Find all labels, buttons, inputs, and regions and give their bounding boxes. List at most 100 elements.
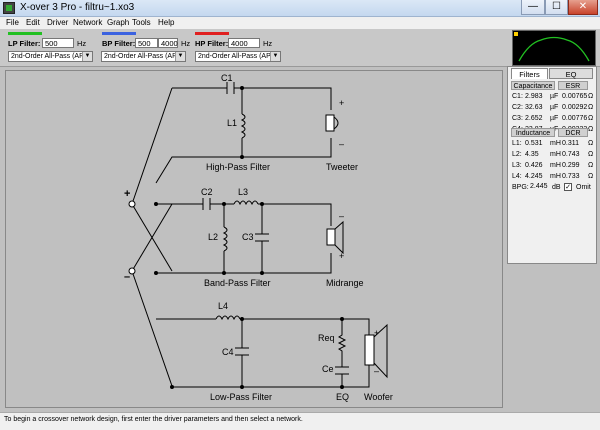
hp-color-indicator [195, 32, 229, 35]
capacitors-name: C1: [512, 93, 523, 100]
tab-filters[interactable]: Filters [511, 68, 548, 79]
input-plus-label: + [124, 188, 131, 200]
capacitors-value: 32.63 [525, 104, 543, 111]
ce-label: Ce [322, 364, 334, 374]
inductors-unit: mH [550, 173, 561, 180]
bp-filter-type-select[interactable]: 2nd-Order All-Pass (APC) ▼ [101, 51, 186, 62]
bp-low-frequency-input[interactable]: 500 [135, 38, 158, 48]
woofer-label: Woofer [364, 392, 393, 402]
hp-filter-label: HP Filter: [195, 39, 229, 48]
inductors-name: L1: [512, 140, 522, 147]
lp-filter-type-select[interactable]: 2nd-Order All-Pass (APC) ▼ [8, 51, 93, 62]
l3-label: L3 [238, 187, 249, 197]
inductors-unit: mH [550, 162, 561, 169]
l4-label: L4 [218, 301, 229, 311]
tweeter-minus-label: – [339, 139, 345, 149]
status-text: To begin a crossover network design, fir… [4, 416, 303, 423]
req-label: Req [318, 333, 335, 343]
menu-graph[interactable]: Graph [107, 17, 129, 29]
capacitors-esr: 0.00776 [562, 115, 588, 122]
inductors-value: 0.426 [525, 162, 543, 169]
inductors-dcr-unit: Ω [588, 151, 594, 158]
inductors-value: 4.35 [525, 151, 539, 158]
tweeter-label: Tweeter [326, 162, 359, 172]
inductors-dcr-unit: Ω [588, 173, 594, 180]
lp-filter-label: LP Filter: [8, 39, 41, 48]
omit-checkbox[interactable]: ✓ [564, 183, 572, 191]
inductors-dcr-unit: Ω [588, 140, 594, 147]
maximize-button[interactable]: ☐ [545, 0, 568, 15]
menu-bar: File Edit Driver Network Graph Tools Hel… [0, 17, 600, 29]
menu-network[interactable]: Network [73, 17, 102, 29]
capacitors-esr-unit: Ω [588, 93, 594, 100]
bp-filter-label: BP Filter: [102, 39, 136, 48]
menu-tools[interactable]: Tools [132, 17, 151, 29]
menu-driver[interactable]: Driver [47, 17, 68, 29]
capacitors-esr: 0.00292 [562, 104, 588, 111]
hp-filter-type-value: 2nd-Order All-Pass (APC) [198, 53, 279, 60]
omit-label: Omit [576, 184, 591, 191]
hp-filter-type-select[interactable]: 2nd-Order All-Pass (APC) ▼ [195, 51, 281, 62]
inductance-header: Inductance [511, 128, 555, 137]
capacitors-esr: 0.00765 [562, 93, 588, 100]
capacitors-esr-unit: Ω [588, 115, 594, 122]
bpg-value[interactable]: 2.445 [528, 182, 548, 192]
capacitors-unit: µF [550, 93, 559, 100]
woofer-plus-label: + [374, 328, 380, 338]
capacitors-unit: µF [550, 115, 559, 122]
tweeter-icon [325, 114, 339, 132]
bp-filter-type-value: 2nd-Order All-Pass (APC) [104, 53, 185, 60]
lp-frequency-input[interactable]: 500 [42, 38, 74, 48]
inductors-name: L2: [512, 151, 522, 158]
midrange-plus-label: + [339, 251, 345, 261]
response-curve-graphic [513, 31, 595, 65]
capacitors-value: 2.983 [525, 93, 543, 100]
capacitors-esr-unit: Ω [588, 104, 594, 111]
midrange-label: Midrange [326, 278, 364, 288]
tab-eq[interactable]: EQ [549, 68, 593, 79]
bp-color-indicator [102, 32, 136, 35]
l1-label: L1 [227, 118, 238, 128]
hp-unit-label: Hz [263, 39, 273, 48]
inductors-dcr: 0.299 [562, 162, 580, 169]
capacitors-esr-unit: Ω [588, 126, 594, 133]
menu-edit[interactable]: Edit [26, 17, 40, 29]
inductors-name: L4: [512, 173, 522, 180]
woofer-minus-label: – [374, 366, 380, 376]
chevron-down-icon: ▼ [270, 52, 280, 61]
inductors-name: L3: [512, 162, 522, 169]
capacitors-name: C2: [512, 104, 523, 111]
high-pass-filter-label: High-Pass Filter [206, 162, 271, 172]
menu-help[interactable]: Help [158, 17, 174, 29]
tweeter-plus-label: + [339, 98, 345, 108]
inductors-unit: mH [550, 151, 561, 158]
capacitance-header: Capacitance [511, 81, 555, 90]
hp-frequency-input[interactable]: 4000 [228, 38, 260, 48]
close-button[interactable]: ✕ [568, 0, 598, 15]
bp-high-frequency-input[interactable]: 4000 [158, 38, 178, 48]
response-thumbnail[interactable] [512, 30, 596, 66]
input-minus-label: – [124, 271, 131, 283]
inductors-dcr-unit: Ω [588, 162, 594, 169]
chevron-down-icon: ▼ [82, 52, 92, 61]
dcr-header: DCR [558, 128, 588, 137]
inductors-value: 4.245 [525, 173, 543, 180]
lp-color-indicator [8, 32, 42, 35]
eq-label: EQ [336, 392, 350, 402]
esr-header: ESR [558, 81, 588, 90]
menu-file[interactable]: File [6, 17, 19, 29]
lp-unit-label: Hz [77, 39, 87, 48]
l2-label: L2 [208, 232, 219, 242]
capacitors-unit: µF [550, 104, 559, 111]
midrange-minus-label: – [339, 211, 345, 221]
capacitors-value: 2.652 [525, 115, 543, 122]
schematic-canvas[interactable]: C1 L1 + – High-Pass Filter Tweeter C2 L3… [5, 70, 503, 408]
minimize-button[interactable]: — [521, 0, 545, 15]
bpg-label: BPG: [512, 184, 529, 191]
inductors-dcr: 0.743 [562, 151, 580, 158]
app-icon[interactable] [3, 2, 15, 14]
low-pass-filter-label: Low-Pass Filter [210, 392, 273, 402]
c4-label: C4 [222, 347, 234, 357]
c1-label: C1 [221, 73, 233, 83]
c3-label: C3 [242, 232, 254, 242]
